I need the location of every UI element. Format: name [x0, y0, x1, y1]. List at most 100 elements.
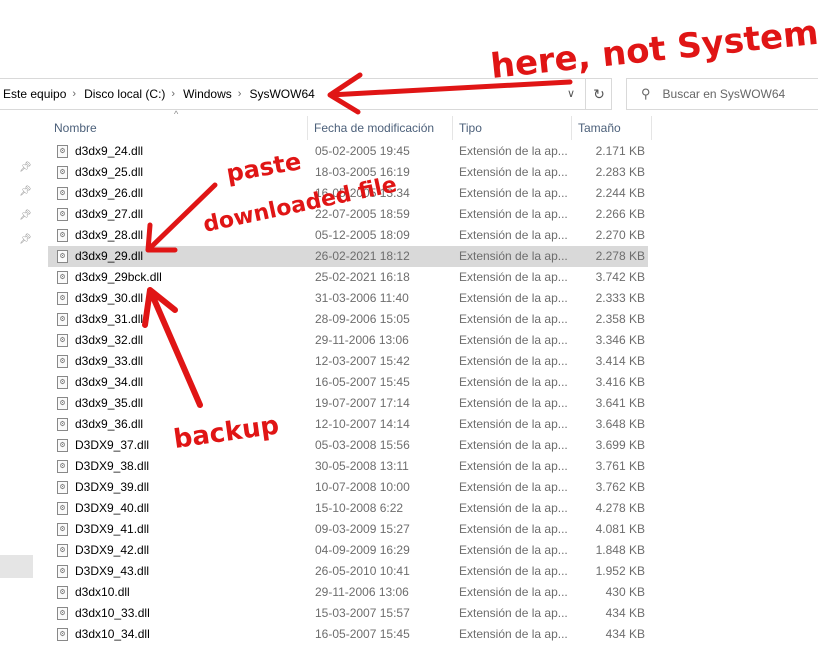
file-size: 434 KB	[605, 606, 645, 620]
dll-file-icon: ⚙	[57, 460, 68, 473]
file-name: d3dx10.dll	[75, 585, 130, 599]
breadcrumb-windows[interactable]: Windows	[183, 87, 232, 101]
file-type: Extensión de la ap...	[459, 480, 568, 494]
file-date: 29-11-2006 13:06	[315, 585, 409, 599]
file-date: 04-09-2009 16:29	[315, 543, 410, 557]
address-bar[interactable]: Este equipo › Disco local (C:) › Windows › …	[0, 78, 612, 110]
file-date: 30-05-2008 13:11	[315, 459, 409, 473]
file-date: 22-07-2005 18:59	[315, 207, 410, 221]
dll-file-icon: ⚙	[57, 502, 68, 515]
annotation-here-not-system32: here, not System32	[489, 8, 818, 87]
file-date: 05-02-2005 19:45	[315, 144, 410, 158]
file-row[interactable]: ⚙ d3dx9_31.dll 28-09-2006 15:05 Extensió…	[48, 309, 648, 330]
file-size: 3.762 KB	[595, 480, 645, 494]
file-row[interactable]: ⚙ D3DX9_39.dll 10-07-2008 10:00 Extensió…	[48, 477, 648, 498]
file-row[interactable]: ⚙ d3dx9_33.dll 12-03-2007 15:42 Extensió…	[48, 351, 648, 372]
file-name: d3dx10_34.dll	[75, 627, 150, 641]
file-size: 1.848 KB	[595, 543, 645, 557]
file-name: D3DX9_37.dll	[75, 438, 150, 452]
dll-file-icon: ⚙	[57, 565, 68, 578]
file-name: D3DX9_40.dll	[75, 501, 150, 515]
file-name: d3dx9_28.dll	[75, 228, 144, 242]
file-name: D3DX9_38.dll	[75, 459, 150, 473]
file-name: D3DX9_41.dll	[75, 522, 150, 536]
file-date: 26-05-2010 10:41	[315, 564, 410, 578]
file-name: d3dx9_33.dll	[75, 354, 144, 368]
file-row[interactable]: ⚙ d3dx9_29.dll 26-02-2021 18:12 Extensió…	[48, 246, 648, 267]
pin-icon: 📌︎	[19, 210, 32, 221]
file-type: Extensión de la ap...	[459, 165, 568, 179]
file-date: 19-07-2007 17:14	[315, 396, 410, 410]
file-size: 3.641 KB	[595, 396, 645, 410]
file-size: 3.648 KB	[595, 417, 645, 431]
file-row[interactable]: ⚙ d3dx9_27.dll 22-07-2005 18:59 Extensió…	[48, 204, 648, 225]
file-row[interactable]: ⚙ d3dx9_29bck.dll 25-02-2021 16:18 Exten…	[48, 267, 648, 288]
dll-file-icon: ⚙	[57, 397, 68, 410]
file-name: d3dx9_34.dll	[75, 375, 144, 389]
file-size: 2.333 KB	[595, 291, 645, 305]
column-name[interactable]: Nombre	[48, 116, 308, 140]
file-row[interactable]: ⚙ d3dx9_24.dll 05-02-2005 19:45 Extensió…	[48, 141, 648, 162]
file-date: 16-05-2007 15:45	[315, 627, 410, 641]
file-row[interactable]: ⚙ d3dx9_32.dll 29-11-2006 13:06 Extensió…	[48, 330, 648, 351]
dll-file-icon: ⚙	[57, 229, 68, 242]
file-row[interactable]: ⚙ d3dx9_34.dll 16-05-2007 15:45 Extensió…	[48, 372, 648, 393]
file-date: 12-10-2007 14:14	[315, 417, 410, 431]
column-header: ^ Nombre Fecha de modificación Tipo Tama…	[48, 109, 653, 140]
file-row[interactable]: ⚙ d3dx9_35.dll 19-07-2007 17:14 Extensió…	[48, 393, 648, 414]
file-name: d3dx10_33.dll	[75, 606, 150, 620]
refresh-icon[interactable]: ↻	[585, 79, 612, 109]
file-name: d3dx9_35.dll	[75, 396, 144, 410]
file-row[interactable]: ⚙ D3DX9_38.dll 30-05-2008 13:11 Extensió…	[48, 456, 648, 477]
nav-selected-item[interactable]	[0, 555, 33, 578]
file-date: 05-03-2008 15:56	[315, 438, 410, 452]
file-size: 3.346 KB	[595, 333, 645, 347]
file-name: D3DX9_39.dll	[75, 480, 150, 494]
file-type: Extensión de la ap...	[459, 144, 568, 158]
file-row[interactable]: ⚙ d3dx10_33.dll 15-03-2007 15:57 Extensi…	[48, 603, 648, 624]
file-name: d3dx9_30.dll	[75, 291, 144, 305]
file-row[interactable]: ⚙ d3dx10.dll 29-11-2006 13:06 Extensión …	[48, 582, 648, 603]
file-size: 3.761 KB	[595, 459, 645, 473]
dll-file-icon: ⚙	[57, 376, 68, 389]
file-date: 31-03-2006 11:40	[315, 291, 409, 305]
file-name: d3dx9_29bck.dll	[75, 270, 162, 284]
file-row[interactable]: ⚙ d3dx9_26.dll 16-05-2005 13:34 Extensió…	[48, 183, 648, 204]
file-name: D3DX9_42.dll	[75, 543, 150, 557]
file-date: 26-02-2021 18:12	[315, 249, 410, 263]
file-row[interactable]: ⚙ D3DX9_37.dll 05-03-2008 15:56 Extensió…	[48, 435, 648, 456]
search-input[interactable]: ⚲ Buscar en SysWOW64	[626, 78, 818, 110]
file-row[interactable]: ⚙ D3DX9_43.dll 26-05-2010 10:41 Extensió…	[48, 561, 648, 582]
breadcrumb-este-equipo[interactable]: Este equipo	[3, 87, 66, 101]
breadcrumb-disco-local[interactable]: Disco local (C:)	[84, 87, 165, 101]
file-row[interactable]: ⚙ d3dx9_25.dll 18-03-2005 16:19 Extensió…	[48, 162, 648, 183]
file-type: Extensión de la ap...	[459, 585, 568, 599]
dll-file-icon: ⚙	[57, 313, 68, 326]
file-date: 28-09-2006 15:05	[315, 312, 410, 326]
file-type: Extensión de la ap...	[459, 522, 568, 536]
column-size[interactable]: Tamaño	[572, 116, 652, 140]
file-row[interactable]: ⚙ D3DX9_40.dll 15-10-2008 6:22 Extensión…	[48, 498, 648, 519]
pin-icon: 📌︎	[19, 234, 32, 245]
file-row[interactable]: ⚙ D3DX9_41.dll 09-03-2009 15:27 Extensió…	[48, 519, 648, 540]
file-name: D3DX9_43.dll	[75, 564, 150, 578]
file-row[interactable]: ⚙ d3dx9_36.dll 12-10-2007 14:14 Extensió…	[48, 414, 648, 435]
file-row[interactable]: ⚙ D3DX9_42.dll 04-09-2009 16:29 Extensió…	[48, 540, 648, 561]
column-type[interactable]: Tipo	[453, 116, 572, 140]
pin-icon: 📌︎	[19, 186, 32, 197]
file-size: 2.266 KB	[595, 207, 645, 221]
file-date: 29-11-2006 13:06	[315, 333, 409, 347]
file-type: Extensión de la ap...	[459, 228, 568, 242]
column-date[interactable]: Fecha de modificación	[308, 116, 453, 140]
file-size: 2.278 KB	[595, 249, 645, 263]
file-row[interactable]: ⚙ d3dx9_28.dll 05-12-2005 18:09 Extensió…	[48, 225, 648, 246]
dll-file-icon: ⚙	[57, 607, 68, 620]
file-size: 2.283 KB	[595, 165, 645, 179]
dll-file-icon: ⚙	[57, 292, 68, 305]
file-row[interactable]: ⚙ d3dx9_30.dll 31-03-2006 11:40 Extensió…	[48, 288, 648, 309]
breadcrumb-syswow64[interactable]: SysWOW64	[249, 87, 314, 101]
chevron-down-icon[interactable]: ∨	[567, 87, 575, 100]
dll-file-icon: ⚙	[57, 271, 68, 284]
chevron-right-icon: ›	[72, 88, 77, 100]
file-row[interactable]: ⚙ d3dx10_34.dll 16-05-2007 15:45 Extensi…	[48, 624, 648, 645]
